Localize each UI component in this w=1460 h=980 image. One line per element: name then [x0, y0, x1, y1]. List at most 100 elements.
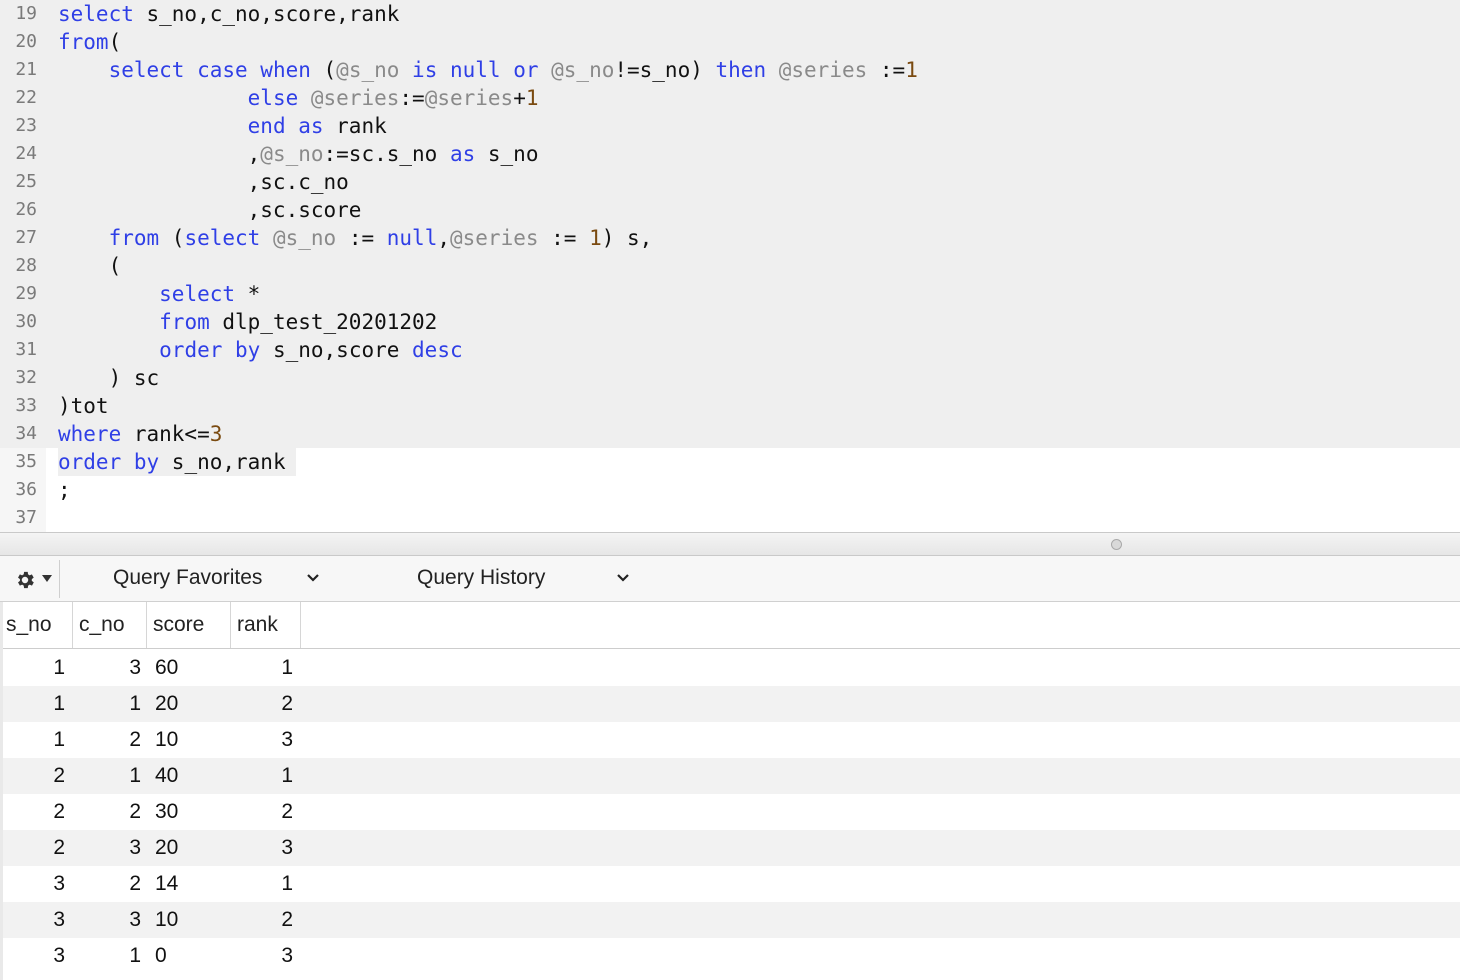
cell-s-no[interactable]: 3 — [3, 938, 65, 974]
pane-splitter[interactable] — [0, 532, 1460, 556]
cell-score[interactable]: 30 — [155, 794, 225, 830]
sql-keyword: is null or — [412, 58, 539, 82]
table-row[interactable]: 2 2 30 2 — [3, 794, 1460, 830]
line-number: 36 — [15, 479, 37, 500]
table-row[interactable]: 3 2 14 1 — [3, 866, 1460, 902]
cell-s-no[interactable]: 2 — [3, 830, 65, 866]
sql-editor[interactable]: 19 select s_no,c_no,score,rank 20 from(21 s… — [0, 0, 1460, 532]
cell-score[interactable]: 0 — [155, 938, 225, 974]
cell-c-no[interactable]: 1 — [73, 686, 141, 722]
cell-score[interactable]: 10 — [155, 902, 225, 938]
cell-rank[interactable]: 3 — [231, 830, 293, 866]
sql-keyword: select — [58, 2, 134, 26]
code-line[interactable]: 20 from( — [0, 28, 1460, 56]
code-text: else @series:=@series+1 — [58, 84, 539, 112]
cell-c-no[interactable]: 2 — [73, 866, 141, 902]
cell-c-no[interactable]: 3 — [73, 650, 141, 686]
line-number: 28 — [15, 255, 37, 276]
cell-c-no[interactable]: 3 — [73, 902, 141, 938]
cell-rank[interactable]: 2 — [231, 902, 293, 938]
grid-left-edge — [0, 602, 3, 980]
code-line[interactable]: 31 order by s_no,score desc — [0, 336, 1460, 364]
sql-keyword: where — [58, 422, 122, 446]
table-row[interactable]: 1 1 20 2 — [3, 686, 1460, 722]
cell-rank[interactable]: 1 — [231, 758, 293, 794]
code-text: ( — [58, 252, 122, 280]
table-row[interactable]: 3 3 10 2 — [3, 902, 1460, 938]
cell-c-no[interactable]: 2 — [73, 794, 141, 830]
line-number: 25 — [15, 171, 37, 192]
cell-score[interactable]: 14 — [155, 866, 225, 902]
code-line[interactable]: 32 ) sc — [0, 364, 1460, 392]
splitter-handle-icon[interactable] — [1111, 539, 1122, 550]
code-line[interactable]: 33)tot — [0, 392, 1460, 420]
cell-s-no[interactable]: 3 — [3, 902, 65, 938]
cell-score[interactable]: 40 — [155, 758, 225, 794]
sql-keyword: select case when — [108, 58, 311, 82]
table-row[interactable]: 1 3 60 1 — [3, 650, 1460, 686]
code-line[interactable]: 23 end as rank — [0, 112, 1460, 140]
code-line[interactable]: 34 where rank<=3 — [0, 420, 1460, 448]
code-line[interactable]: 37 — [0, 504, 1460, 532]
table-row[interactable]: 1 2 10 3 — [3, 722, 1460, 758]
code-line[interactable]: 27 from (select @s_no := null,@series :=… — [0, 224, 1460, 252]
column-header-score[interactable]: score — [147, 602, 231, 648]
cell-rank[interactable]: 3 — [231, 722, 293, 758]
code-line[interactable]: 26 ,sc.score — [0, 196, 1460, 224]
code-line[interactable]: 25 ,sc.c_no — [0, 168, 1460, 196]
line-number: 22 — [15, 87, 37, 108]
column-header-c-no[interactable]: c_no — [73, 602, 147, 648]
cell-rank[interactable]: 2 — [231, 686, 293, 722]
line-number: 19 — [15, 3, 37, 24]
cell-s-no[interactable]: 1 — [3, 686, 65, 722]
line-number: 26 — [15, 199, 37, 220]
code-line[interactable]: 19 select s_no,c_no,score,rank — [0, 0, 1460, 28]
column-header-s-no[interactable]: s_no — [0, 602, 73, 648]
sql-keyword: order by — [159, 338, 261, 362]
code-text: ,sc.c_no — [58, 168, 349, 196]
code-line[interactable]: 30 from dlp_test_20201202 — [0, 308, 1460, 336]
code-line[interactable]: 28 ( — [0, 252, 1460, 280]
cell-score[interactable]: 20 — [155, 686, 225, 722]
cell-rank[interactable]: 3 — [231, 938, 293, 974]
table-row[interactable]: 2 1 40 1 — [3, 758, 1460, 794]
sql-variable: @series — [424, 86, 514, 110]
cell-score[interactable]: 20 — [155, 830, 225, 866]
cell-rank[interactable]: 1 — [231, 650, 293, 686]
query-favorites-menu[interactable]: Query Favorites — [113, 556, 328, 602]
cell-c-no[interactable]: 2 — [73, 722, 141, 758]
gear-menu-button[interactable] — [4, 560, 60, 598]
cell-c-no[interactable]: 1 — [73, 758, 141, 794]
cell-score[interactable]: 10 — [155, 722, 225, 758]
table-row[interactable]: 3103 — [3, 938, 1460, 974]
sql-text: s_no — [475, 142, 539, 166]
sql-text: dlp_test_20201202 — [209, 310, 438, 334]
code-text: select case when (@s_no is null or @s_no… — [58, 56, 918, 84]
code-line[interactable]: 22 else @series:=@series+1 — [0, 84, 1460, 112]
cell-rank[interactable]: 1 — [231, 866, 293, 902]
cell-s-no[interactable]: 2 — [3, 794, 65, 830]
results-grid[interactable]: s_no c_no score rank 1 3 60 1 1 1 20 2 1 2 10 3 2 1 40… — [0, 602, 1460, 980]
cell-s-no[interactable]: 1 — [3, 650, 65, 686]
table-row[interactable]: 2 3 20 3 — [3, 830, 1460, 866]
cell-score[interactable]: 60 — [155, 650, 225, 686]
cell-rank[interactable]: 2 — [231, 794, 293, 830]
code-line[interactable]: 29 select * — [0, 280, 1460, 308]
code-line[interactable]: 35 order by s_no,rank — [0, 448, 1460, 476]
sql-text: := — [336, 226, 387, 250]
column-header-rank[interactable]: rank — [231, 602, 301, 648]
code-text: from (select @s_no := null,@series := 1)… — [58, 224, 653, 252]
cell-s-no[interactable]: 3 — [3, 866, 65, 902]
sql-variable: @s_no — [272, 226, 337, 250]
code-line[interactable]: 36; — [0, 476, 1460, 504]
query-history-menu[interactable]: Query History — [417, 556, 637, 602]
code-line[interactable]: 24 ,@s_no:=sc.s_no as s_no — [0, 140, 1460, 168]
code-line[interactable]: 21 select case when (@s_no is null or @s… — [0, 56, 1460, 84]
cell-s-no[interactable]: 2 — [3, 758, 65, 794]
cell-s-no[interactable]: 1 — [3, 722, 65, 758]
cell-c-no[interactable]: 3 — [73, 830, 141, 866]
cell-c-no[interactable]: 1 — [73, 938, 141, 974]
